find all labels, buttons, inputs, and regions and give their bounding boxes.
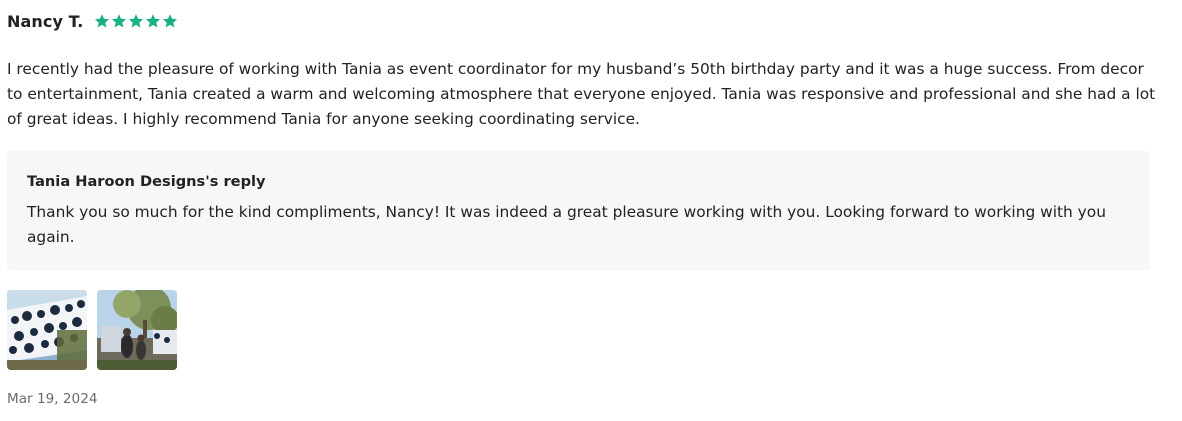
star-rating — [94, 13, 178, 29]
review-header: Nancy T. — [7, 9, 178, 33]
reply-title: Tania Haroon Designs's reply — [27, 173, 266, 190]
review-photo-decor[interactable] — [7, 290, 87, 370]
review-photos — [7, 290, 177, 370]
reviewer-name: Nancy T. — [7, 11, 84, 31]
vendor-reply: Tania Haroon Designs's reply Thank you s… — [7, 151, 1150, 270]
star-icon — [162, 13, 178, 29]
review-date: Mar 19, 2024 — [7, 391, 98, 407]
photo-party-icon — [97, 290, 177, 370]
reply-text: Thank you so much for the kind complimen… — [27, 203, 1106, 246]
star-icon — [94, 13, 110, 29]
star-icon — [128, 13, 144, 29]
photo-decor-icon — [7, 290, 87, 370]
star-icon — [111, 13, 127, 29]
review-text: I recently had the pleasure of working w… — [7, 60, 1156, 128]
star-icon — [145, 13, 161, 29]
review-photo-party[interactable] — [97, 290, 177, 370]
